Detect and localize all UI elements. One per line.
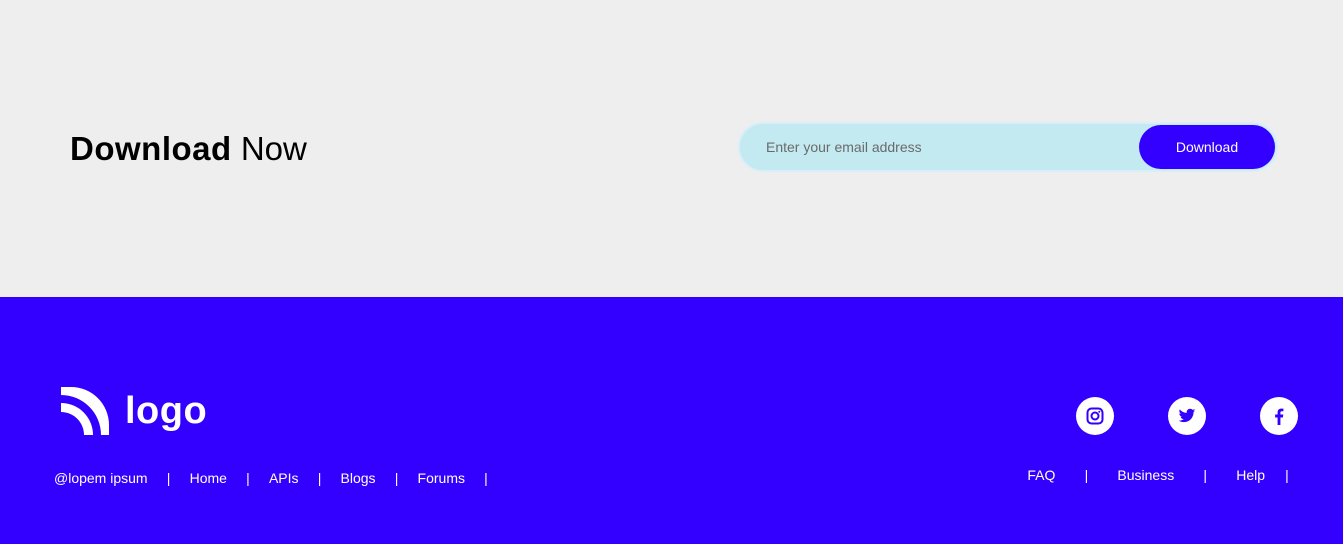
facebook-button[interactable]	[1260, 397, 1298, 435]
heading-light-text: Now	[240, 130, 307, 167]
download-section: Download Now Download	[0, 0, 1343, 297]
nav-separator: |	[1084, 467, 1089, 483]
logo-mark-icon	[61, 387, 109, 435]
logo-text: logo	[125, 390, 208, 432]
nav-separator: |	[166, 470, 171, 486]
twitter-button[interactable]	[1168, 397, 1206, 435]
footer-link-copyright[interactable]: @lopem ipsum	[54, 469, 148, 487]
heading-bold-text: Download	[70, 130, 232, 167]
footer-link-business[interactable]: Business	[1117, 466, 1174, 484]
instagram-button[interactable]	[1076, 397, 1114, 435]
download-heading: Download Now	[70, 129, 307, 169]
facebook-icon	[1275, 408, 1284, 425]
footer-logo[interactable]: logo	[59, 385, 207, 437]
social-links	[1022, 397, 1298, 435]
download-button[interactable]: Download	[1139, 125, 1275, 169]
nav-separator: |	[317, 470, 322, 486]
footer-link-faq[interactable]: FAQ	[1027, 466, 1055, 484]
footer-link-help[interactable]: Help	[1236, 466, 1265, 484]
nav-separator: |	[394, 470, 399, 486]
footer-nav-right: FAQ | Business | Help |	[1027, 466, 1309, 484]
email-input[interactable]	[766, 124, 1136, 170]
nav-separator: |	[1203, 467, 1208, 483]
footer-nav-left: @lopem ipsum | Home | APIs | Blogs | For…	[54, 469, 507, 487]
nav-separator: |	[246, 470, 250, 486]
footer-link-blogs[interactable]: Blogs	[341, 469, 376, 487]
footer-link-home[interactable]: Home	[190, 469, 227, 487]
email-subscribe-form: Download	[738, 122, 1278, 172]
nav-separator: |	[1285, 467, 1289, 483]
nav-separator: |	[484, 470, 488, 486]
instagram-icon	[1086, 407, 1104, 425]
footer-link-apis[interactable]: APIs	[269, 469, 299, 487]
footer-link-forums[interactable]: Forums	[418, 469, 465, 487]
footer: logo @lopem ipsum | Home | APIs | Blogs …	[0, 297, 1343, 544]
twitter-icon	[1178, 408, 1196, 423]
